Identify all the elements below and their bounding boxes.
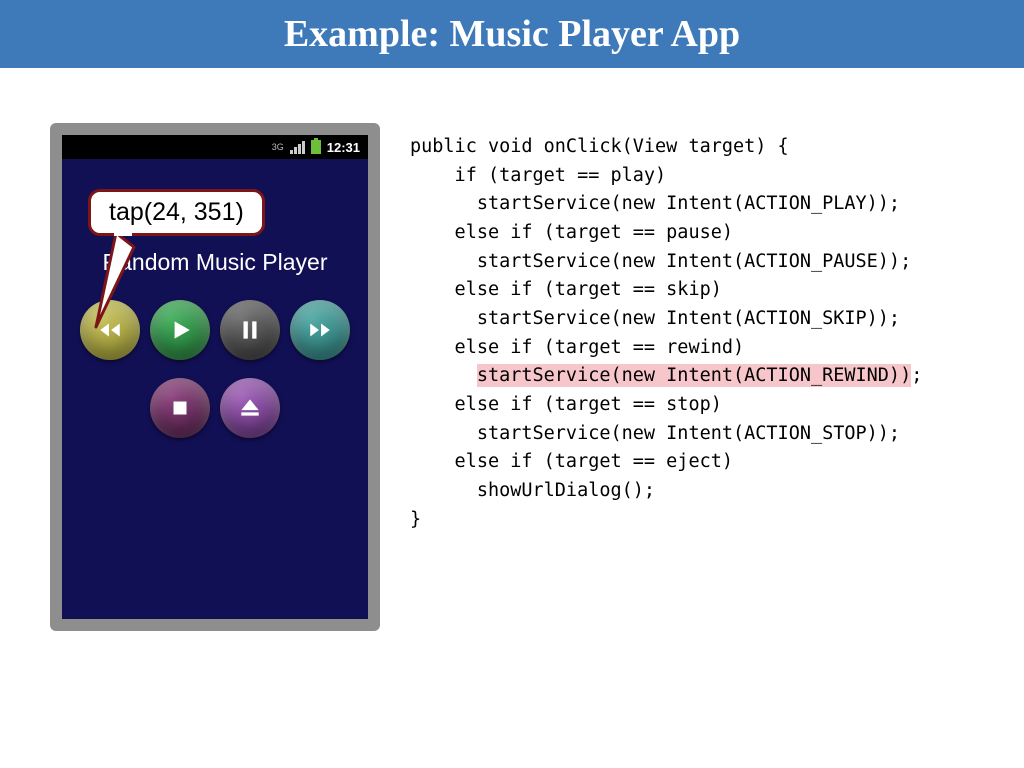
code-line: public void onClick(View target) { <box>410 136 789 157</box>
code-line: else if (target == rewind) <box>410 337 744 358</box>
code-line: if (target == play) <box>410 165 666 186</box>
slide-title: Example: Music Player App <box>284 12 740 56</box>
code-line: else if (target == eject) <box>410 451 733 472</box>
pause-icon <box>237 317 263 343</box>
eject-icon <box>237 395 263 421</box>
skip-button[interactable] <box>290 300 350 360</box>
code-block: public void onClick(View target) { if (t… <box>410 123 922 631</box>
code-line: else if (target == skip) <box>410 279 722 300</box>
code-line: else if (target == stop) <box>410 394 722 415</box>
code-line: startService(new Intent(ACTION_SKIP)); <box>410 308 900 329</box>
callout-tail-icon <box>86 227 146 337</box>
pause-button[interactable] <box>220 300 280 360</box>
code-line: } <box>410 509 421 530</box>
stop-icon <box>167 395 193 421</box>
content-area: 3G 12:31 tap(24, 351) Random Music Playe… <box>0 68 1024 631</box>
phone-screen: 3G 12:31 tap(24, 351) Random Music Playe… <box>62 135 368 619</box>
skip-icon <box>307 317 333 343</box>
code-line-tail: ; <box>911 365 922 386</box>
code-line: startService(new Intent(ACTION_PLAY)); <box>410 193 900 214</box>
play-button[interactable] <box>150 300 210 360</box>
code-line-indent <box>410 365 477 386</box>
status-bar: 3G 12:31 <box>62 135 368 159</box>
phone-frame: 3G 12:31 tap(24, 351) Random Music Playe… <box>50 123 380 631</box>
signal-icon <box>290 141 305 154</box>
code-line: else if (target == pause) <box>410 222 733 243</box>
code-line: startService(new Intent(ACTION_STOP)); <box>410 423 900 444</box>
status-clock: 12:31 <box>327 140 360 155</box>
code-line-highlight: startService(new Intent(ACTION_REWIND)) <box>477 364 911 387</box>
tap-callout: tap(24, 351) <box>88 189 265 236</box>
stop-button[interactable] <box>150 378 210 438</box>
network-icon: 3G <box>272 142 284 152</box>
title-bar: Example: Music Player App <box>0 0 1024 68</box>
controls-row-2 <box>62 378 368 438</box>
code-line: startService(new Intent(ACTION_PAUSE)); <box>410 251 911 272</box>
code-line: showUrlDialog(); <box>410 480 655 501</box>
play-icon <box>167 317 193 343</box>
eject-button[interactable] <box>220 378 280 438</box>
battery-icon <box>311 140 321 154</box>
